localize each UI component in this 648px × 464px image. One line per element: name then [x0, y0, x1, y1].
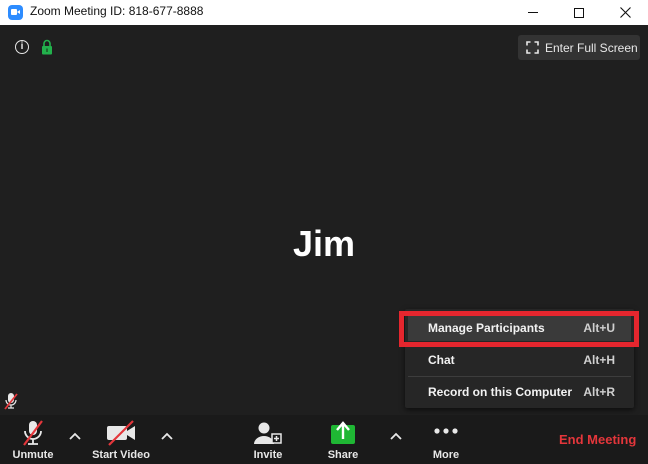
- video-off-icon: [107, 420, 135, 446]
- menu-item-label: Record on this Computer: [428, 385, 573, 399]
- maximize-icon: [574, 7, 584, 18]
- info-icon[interactable]: i: [15, 40, 29, 54]
- start-video-label: Start Video: [92, 449, 150, 461]
- title-bar: Zoom Meeting ID: 818-677-8888: [0, 0, 648, 25]
- menu-item-record[interactable]: Record on this Computer Alt+R: [408, 379, 631, 405]
- participant-name: Jim: [292, 223, 356, 264]
- invite-button[interactable]: Invite: [248, 415, 288, 464]
- muted-microphone-icon: [23, 420, 43, 446]
- start-video-button[interactable]: Start Video: [90, 415, 152, 464]
- fullscreen-icon: [526, 41, 539, 54]
- menu-divider: [408, 376, 631, 377]
- share-button[interactable]: Share: [323, 415, 363, 464]
- window-title: Zoom Meeting ID: 818-677-8888: [30, 4, 204, 18]
- maximize-button[interactable]: [556, 0, 602, 25]
- enter-full-screen-button[interactable]: Enter Full Screen: [518, 35, 640, 60]
- invite-label: Invite: [253, 449, 283, 461]
- meeting-toolbar: Unmute Start Video Invite Share More End…: [0, 415, 648, 464]
- unmute-label: Unmute: [12, 449, 54, 461]
- unmute-button[interactable]: Unmute: [8, 415, 58, 464]
- minimize-button[interactable]: [510, 0, 556, 25]
- zoom-logo-icon: [8, 5, 23, 20]
- muted-mic-icon: [4, 393, 18, 410]
- fullscreen-label: Enter Full Screen: [545, 40, 638, 55]
- minimize-icon: [528, 12, 538, 13]
- video-options-caret-icon[interactable]: [160, 431, 174, 441]
- close-button[interactable]: [602, 0, 648, 25]
- more-button[interactable]: More: [426, 415, 466, 464]
- menu-item-label: Chat: [428, 353, 455, 367]
- menu-item-shortcut: Alt+R: [583, 385, 615, 399]
- more-dots-icon: [434, 428, 458, 434]
- menu-item-chat[interactable]: Chat Alt+H: [408, 347, 631, 373]
- share-screen-icon: [331, 421, 355, 444]
- menu-item-shortcut: Alt+H: [583, 353, 615, 367]
- close-icon: [619, 7, 631, 18]
- end-meeting-button[interactable]: End Meeting: [559, 432, 636, 447]
- share-label: Share: [327, 449, 359, 461]
- lock-icon[interactable]: [41, 39, 53, 55]
- share-options-caret-icon[interactable]: [389, 431, 403, 441]
- audio-options-caret-icon[interactable]: [68, 431, 82, 441]
- highlight-annotation: [399, 311, 639, 347]
- add-user-icon: [254, 422, 282, 444]
- more-label: More: [432, 449, 460, 461]
